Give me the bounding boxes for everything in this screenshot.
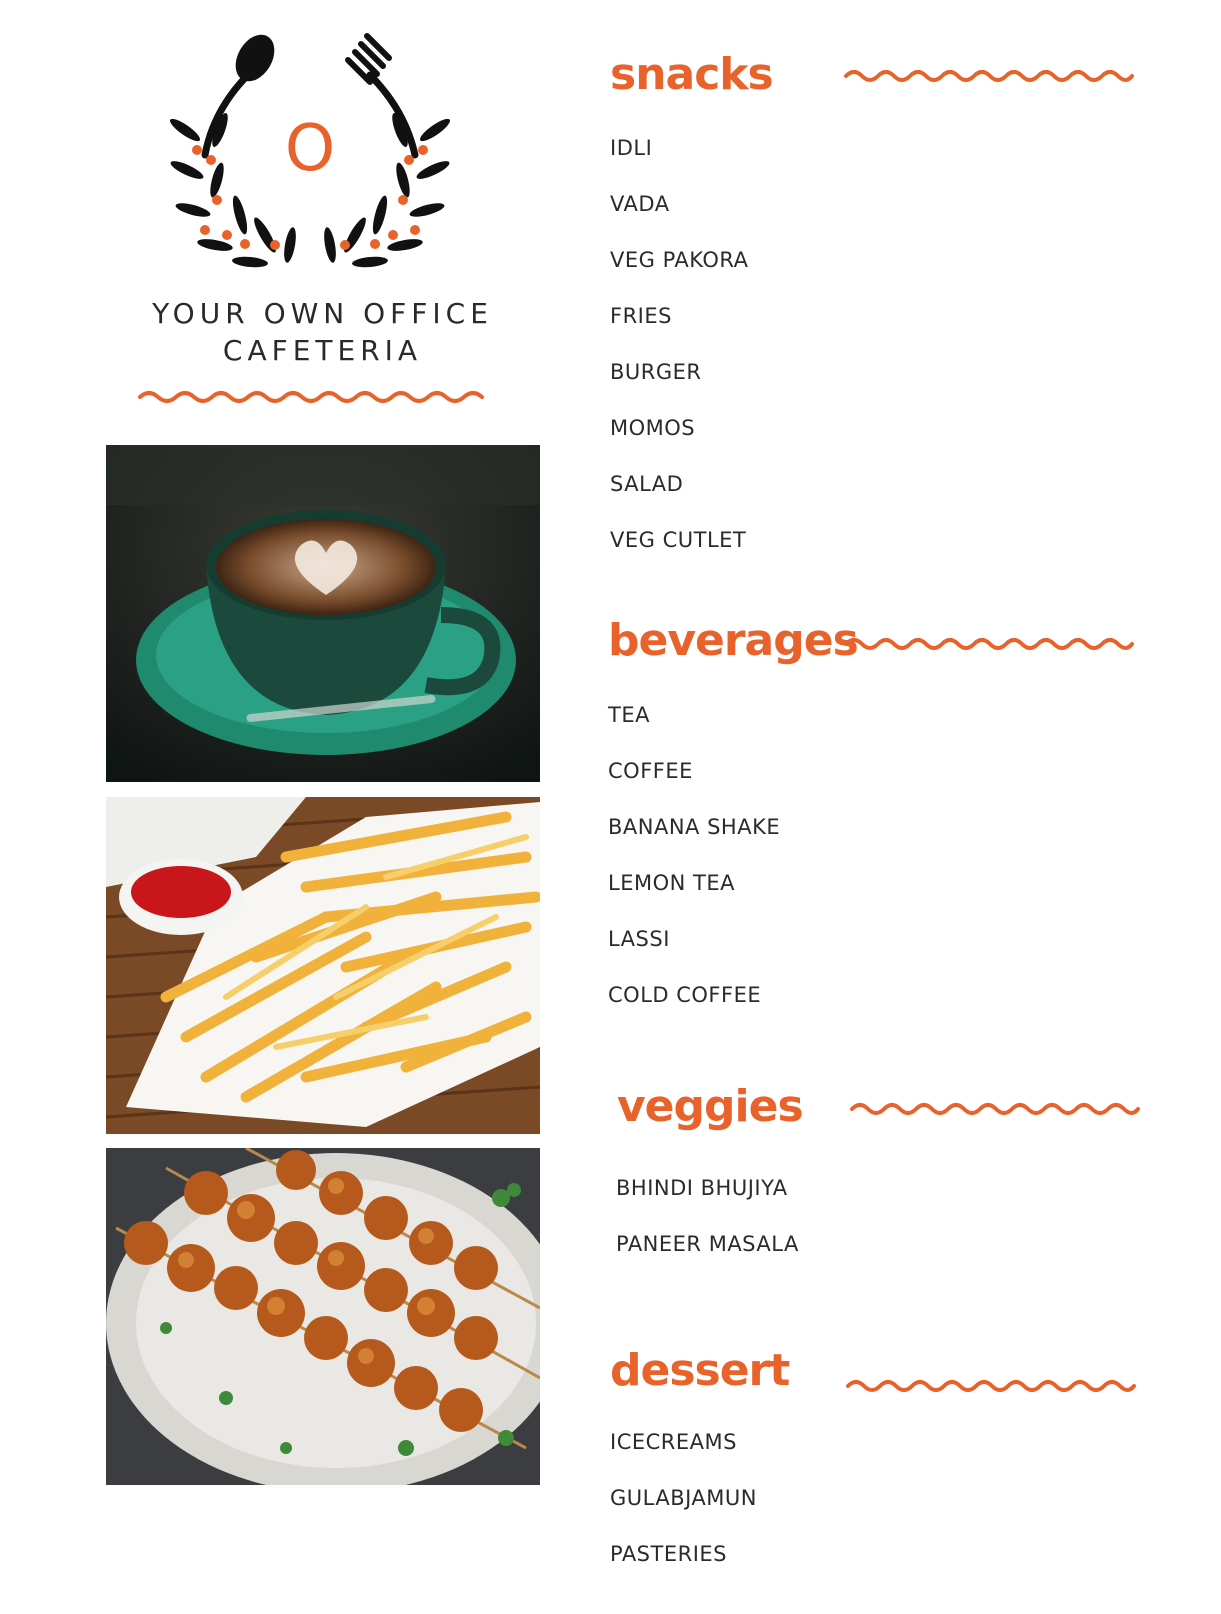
snacks-heading: snacks xyxy=(610,49,774,100)
snacks-divider-wave xyxy=(844,70,1134,82)
cafeteria-name-line1: YOUR OWN OFFICE xyxy=(152,297,493,330)
brand-divider-wave xyxy=(138,391,484,403)
veggies-list: BHINDI BHUJIYA PANEER MASALA xyxy=(616,1176,799,1288)
kebab-photo xyxy=(106,1148,540,1485)
beverages-list: TEA COFFEE BANANA SHAKE LEMON TEA LASSI … xyxy=(608,703,780,1039)
list-item: FRIES xyxy=(610,304,672,328)
list-item: COFFEE xyxy=(608,759,693,783)
list-item: BURGER xyxy=(610,360,702,384)
list-item: ICECREAMS xyxy=(610,1430,737,1454)
beverages-heading: beverages xyxy=(608,615,859,666)
list-item: GULABJAMUN xyxy=(610,1486,757,1510)
list-item: VADA xyxy=(610,192,670,216)
list-item: BHINDI BHUJIYA xyxy=(616,1176,788,1200)
list-item: TEA xyxy=(608,703,650,727)
list-item: SALAD xyxy=(610,472,684,496)
list-item: PASTERIES xyxy=(610,1542,727,1566)
dessert-list: ICECREAMS GULABJAMUN PASTERIES xyxy=(610,1430,757,1598)
list-item: LASSI xyxy=(608,927,670,951)
cafeteria-name-line2: CAFETERIA xyxy=(222,334,423,367)
dessert-heading: dessert xyxy=(610,1345,790,1396)
list-item: BANANA SHAKE xyxy=(608,815,781,839)
list-item: IDLI xyxy=(610,136,653,160)
cafeteria-name: YOUR OWN OFFICE CAFETERIA xyxy=(100,295,545,369)
list-item: COLD COFFEE xyxy=(608,983,762,1007)
list-item: VEG PAKORA xyxy=(610,248,749,272)
fries-photo xyxy=(106,797,540,1134)
cafeteria-wreath-logo: O xyxy=(169,33,451,268)
beverages-divider-wave xyxy=(844,638,1134,650)
veggies-heading: veggies xyxy=(617,1081,804,1132)
veggies-divider-wave xyxy=(850,1103,1140,1115)
snacks-list: IDLI VADA VEG PAKORA FRIES BURGER MOMOS … xyxy=(610,136,749,584)
list-item: PANEER MASALA xyxy=(616,1232,799,1256)
list-item: MOMOS xyxy=(610,416,696,440)
logo-letter: O xyxy=(285,112,335,186)
list-item: VEG CUTLET xyxy=(610,528,747,552)
dessert-divider-wave xyxy=(846,1380,1136,1392)
list-item: LEMON TEA xyxy=(608,871,735,895)
coffee-photo xyxy=(106,445,540,782)
